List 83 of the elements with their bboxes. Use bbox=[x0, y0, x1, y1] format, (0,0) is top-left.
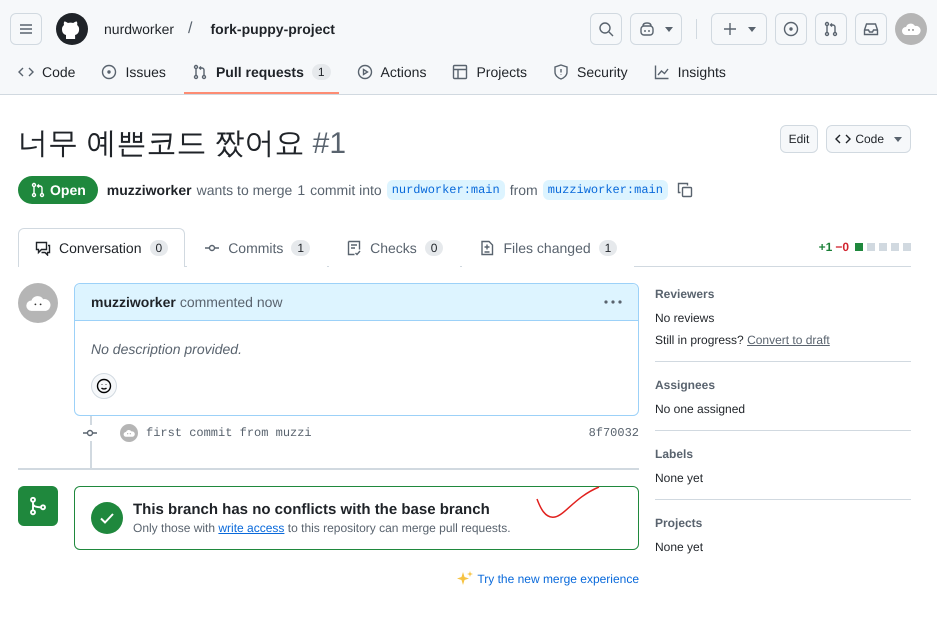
sidebar-heading[interactable]: Reviewers bbox=[655, 287, 911, 301]
caret-icon bbox=[894, 136, 902, 142]
count-badge: 1 bbox=[291, 240, 310, 256]
count-badge: 1 bbox=[312, 64, 331, 80]
sidebar-text: None yet bbox=[655, 540, 704, 554]
pull-request-icon bbox=[30, 182, 46, 198]
merge-text: commit into bbox=[310, 182, 382, 198]
sidebar-text: No one assigned bbox=[655, 402, 746, 416]
edit-button[interactable]: Edit bbox=[780, 125, 818, 153]
breadcrumb-separator: / bbox=[188, 20, 192, 38]
count-badge: 1 bbox=[598, 240, 618, 256]
more-options-icon[interactable] bbox=[604, 300, 622, 304]
count-badge: 0 bbox=[424, 240, 444, 256]
repo-tab[interactable]: Security bbox=[545, 58, 636, 94]
check-circle-icon bbox=[91, 502, 123, 534]
issue-icon bbox=[783, 21, 799, 37]
sidebar-text: No reviews bbox=[655, 311, 714, 325]
search-icon bbox=[598, 21, 614, 37]
add-reaction-button[interactable] bbox=[91, 373, 117, 399]
plus-icon bbox=[722, 21, 738, 37]
from-text: from bbox=[510, 182, 538, 198]
repo-tab[interactable]: Code bbox=[10, 58, 84, 94]
commit-count: 1 bbox=[297, 182, 306, 198]
menu-button[interactable] bbox=[10, 13, 42, 45]
comment-body: No description provided. bbox=[91, 341, 243, 357]
repo-tab[interactable]: Actions bbox=[348, 58, 434, 94]
caret-icon bbox=[748, 26, 756, 32]
state-badge: Open bbox=[18, 176, 98, 204]
copilot-button[interactable] bbox=[630, 13, 682, 45]
pull-request-icon bbox=[823, 21, 839, 37]
repo-tab[interactable]: Pull requests 1 bbox=[184, 58, 339, 94]
repo-tab[interactable]: Insights bbox=[646, 58, 734, 94]
cloud-face-icon bbox=[123, 428, 135, 438]
comment-icon bbox=[35, 240, 51, 256]
shield-icon bbox=[553, 64, 570, 80]
deletions-count: −0 bbox=[835, 240, 849, 254]
owner-link[interactable]: nurdworker bbox=[104, 21, 174, 37]
sidebar-text: None yet bbox=[655, 471, 704, 485]
inbox-button[interactable] bbox=[855, 13, 887, 45]
author-link[interactable]: muzziworker bbox=[106, 182, 192, 198]
sidebar-heading[interactable]: Labels bbox=[655, 447, 911, 461]
diff-icon bbox=[479, 240, 496, 256]
repo-tab[interactable]: Issues bbox=[93, 58, 174, 94]
sidebar-heading[interactable]: Projects bbox=[655, 516, 911, 530]
repo-tab[interactable]: Projects bbox=[444, 58, 536, 94]
table-icon bbox=[452, 64, 468, 80]
play-icon bbox=[356, 64, 373, 80]
caret-icon bbox=[665, 26, 673, 32]
base-branch[interactable]: nurdworker:main bbox=[386, 180, 505, 200]
smiley-icon bbox=[96, 378, 112, 394]
issue-icon bbox=[101, 64, 118, 80]
create-new-button[interactable] bbox=[711, 13, 767, 45]
checklist-icon bbox=[346, 240, 362, 256]
merge-text: wants to merge bbox=[196, 182, 292, 198]
cloud-face-icon bbox=[901, 22, 921, 36]
copy-icon bbox=[676, 182, 693, 198]
pr-title: 너무 예쁜코드 짰어요 #1 bbox=[18, 126, 346, 162]
code-button[interactable]: Code bbox=[826, 125, 911, 153]
sidebar-heading[interactable]: Assignees bbox=[655, 378, 911, 392]
search-button[interactable] bbox=[590, 13, 622, 45]
count-badge: 0 bbox=[150, 240, 168, 256]
commit-sha[interactable]: 8f70032 bbox=[588, 426, 639, 440]
sidebar-text: Still in progress? bbox=[655, 333, 744, 347]
graph-icon bbox=[654, 64, 670, 80]
inbox-icon bbox=[863, 21, 879, 37]
pull-request-icon bbox=[192, 64, 208, 80]
write-access-link[interactable]: write access bbox=[218, 521, 284, 535]
comment-author[interactable]: muzziworker bbox=[91, 294, 176, 310]
convert-to-draft-link[interactable]: Convert to draft bbox=[747, 333, 830, 347]
issues-button[interactable] bbox=[775, 13, 807, 45]
head-branch[interactable]: muzziworker:main bbox=[542, 180, 668, 200]
robot-icon bbox=[639, 21, 655, 37]
pr-tab[interactable]: Conversation 0 bbox=[18, 228, 186, 267]
merge-status-text: Only those with write access to this repository can merge pull requests. bbox=[133, 521, 511, 535]
comment-time: commented now bbox=[180, 294, 283, 310]
merge-status-title: This branch has no conflicts with the base branch bbox=[133, 501, 491, 518]
cloud-face-icon bbox=[25, 294, 51, 312]
repo-link[interactable]: fork-puppy-project bbox=[210, 21, 335, 37]
try-merge-link[interactable]: Try the new merge experience bbox=[456, 570, 639, 588]
commit-message[interactable]: first commit from muzzi bbox=[146, 426, 312, 440]
additions-count: +1 bbox=[818, 240, 832, 254]
branch-icon bbox=[28, 496, 48, 516]
pull-requests-button[interactable] bbox=[815, 13, 847, 45]
